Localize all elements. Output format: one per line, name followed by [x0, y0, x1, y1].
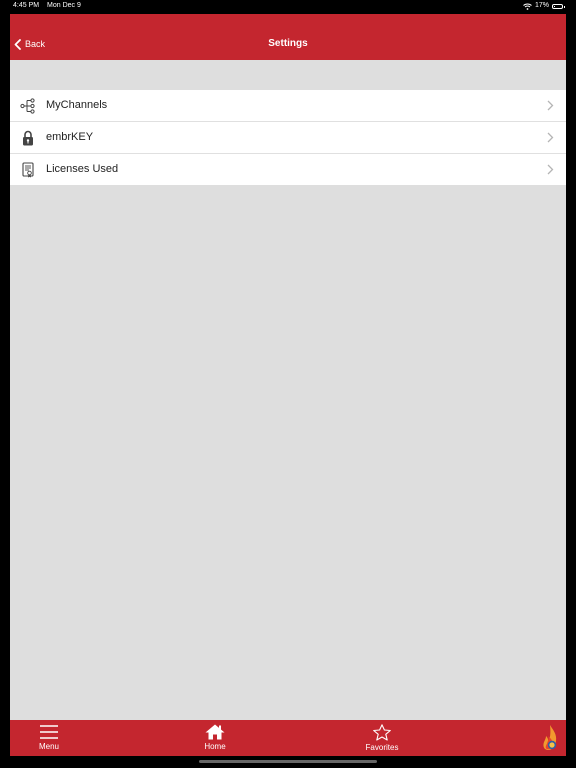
tab-label: Menu — [38, 742, 59, 751]
license-document-icon — [22, 162, 34, 178]
chevron-right-icon — [547, 164, 554, 175]
settings-row-label: MyChannels — [46, 99, 108, 111]
settings-row-label: Licenses Used — [46, 163, 119, 175]
chevron-right-icon — [547, 100, 554, 111]
status-right: 17% — [523, 0, 565, 12]
settings-row-label: embrKEY — [46, 131, 94, 143]
tab-favorites[interactable]: Favorites — [358, 720, 406, 756]
tab-home[interactable]: Home — [194, 720, 236, 756]
home-indicator — [199, 760, 377, 763]
tab-label: Home — [204, 742, 226, 751]
wifi-icon — [523, 3, 532, 10]
settings-row-embrkey[interactable]: embrKEY — [10, 121, 566, 153]
chevron-right-icon — [547, 132, 554, 143]
status-left: 4:45 PM Mon Dec 9 — [13, 0, 87, 12]
flame-logo — [543, 725, 557, 750]
battery-percent: 17% — [534, 2, 549, 9]
settings-row-mychannels[interactable]: MyChannels — [10, 90, 566, 121]
navigation-bar: Back Settings — [10, 14, 566, 60]
star-icon — [373, 724, 391, 741]
app-screen: Back Settings MyChannels embrKEY License… — [10, 14, 566, 756]
battery-icon — [552, 3, 565, 9]
status-time: 4:45 PM — [13, 2, 40, 9]
status-date: Mon Dec 9 — [47, 2, 81, 9]
channels-tree-icon — [20, 98, 35, 114]
tab-label: Favorites — [365, 743, 399, 752]
status-bar: 4:45 PM Mon Dec 9 17% — [0, 0, 576, 12]
page-title: Settings — [268, 38, 308, 49]
settings-row-licenses-used[interactable]: Licenses Used — [10, 153, 566, 185]
key-lock-icon — [23, 130, 33, 146]
home-icon — [205, 724, 225, 740]
settings-list: MyChannels embrKEY Licenses Used — [10, 90, 566, 185]
tab-menu[interactable]: Menu — [28, 720, 70, 756]
hamburger-menu-icon — [40, 725, 58, 739]
tab-bar: Menu Home Favorites — [10, 720, 566, 756]
